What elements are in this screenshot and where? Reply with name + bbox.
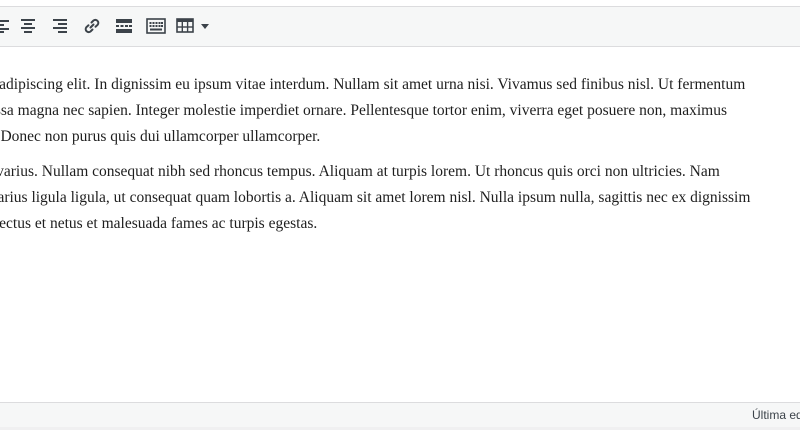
read-more-icon: [116, 19, 132, 33]
paragraph-1: ctetur adipiscing elit. In dignissim eu …: [0, 72, 800, 150]
align-right-button[interactable]: [46, 12, 74, 40]
table-icon: [176, 18, 194, 33]
editor-toolbar: [0, 7, 800, 47]
paragraph-2: ue ac varius. Nullam consequat nibh sed …: [0, 159, 800, 237]
paragraph-line: uctus. Donec non purus quis dui ullamcor…: [0, 128, 321, 145]
paragraph-line: ue senectus et netus et malesuada fames …: [0, 215, 318, 232]
chevron-down-icon: [201, 24, 209, 29]
link-icon: [84, 18, 100, 34]
classic-editor: ctetur adipiscing elit. In dignissim eu …: [0, 0, 800, 430]
paragraph-line: ue ac varius. Nullam consequat nibh sed …: [0, 163, 720, 180]
paragraph-line: ctetur adipiscing elit. In dignissim eu …: [0, 76, 746, 93]
editor-top-border: [0, 0, 800, 7]
align-left-icon: [0, 20, 9, 33]
paragraph-line: m massa magna nec sapien. Integer molest…: [0, 102, 728, 119]
align-center-icon: [21, 19, 35, 33]
align-center-button[interactable]: [14, 12, 42, 40]
editor-status-bar: Última edición: [0, 402, 800, 428]
read-more-button[interactable]: [110, 12, 138, 40]
link-button[interactable]: [78, 12, 106, 40]
keyboard-icon: [146, 18, 166, 34]
align-right-icon: [53, 19, 67, 33]
paragraph-line: ante varius ligula ligula, ut consequat …: [0, 189, 751, 206]
table-button[interactable]: [176, 12, 216, 40]
last-edited-text: Última edición: [752, 408, 800, 422]
toolbar-toggle-button[interactable]: [142, 12, 170, 40]
editor-content-area[interactable]: ctetur adipiscing elit. In dignissim eu …: [0, 47, 800, 402]
